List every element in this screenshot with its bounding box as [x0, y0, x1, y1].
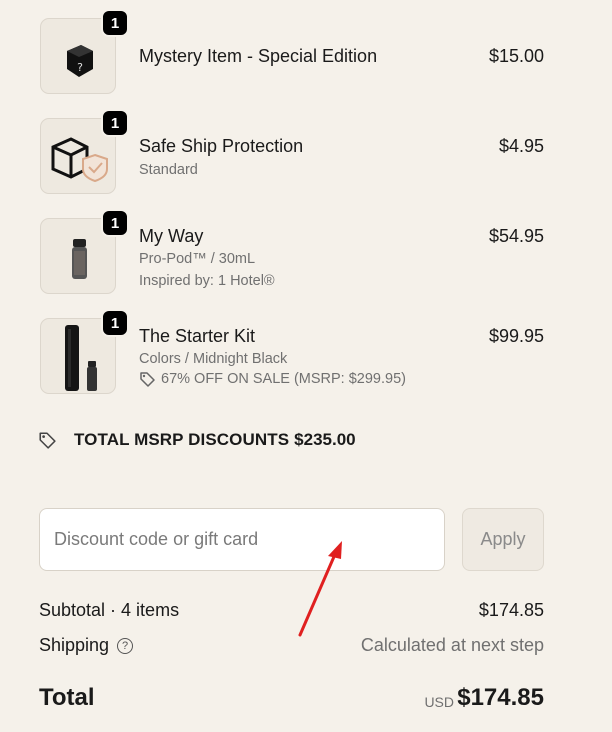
line-item: 1 Safe Ship Protection Standard $4.95	[40, 109, 544, 196]
line-item: ? 1 Mystery Item - Special Edition $15.0…	[40, 9, 544, 96]
item-name: Safe Ship Protection	[139, 136, 304, 156]
total-label: Total	[39, 684, 95, 711]
apply-button[interactable]: Apply	[462, 508, 544, 571]
quantity-badge: 1	[101, 9, 129, 37]
svg-text:?: ?	[77, 61, 83, 74]
tag-icon	[39, 432, 56, 449]
msrp-label: TOTAL MSRP DISCOUNTS	[74, 430, 290, 449]
shipping-label: Shipping	[39, 635, 110, 655]
item-price: $99.95	[488, 326, 544, 346]
subtotal-label: Subtotal · 4 items	[39, 600, 180, 620]
msrp-discounts: TOTAL MSRP DISCOUNTS $235.00	[38, 430, 356, 450]
total-value: $174.85	[457, 684, 544, 711]
shipping-row: Shipping? Calculated at next step	[39, 635, 544, 656]
item-sale: 67% OFF ON SALE (MSRP: $299.95)	[139, 371, 406, 387]
item-name: My Way	[139, 226, 204, 246]
item-variant: Standard	[139, 162, 198, 178]
item-name: Mystery Item - Special Edition	[139, 46, 378, 66]
item-price: $15.00	[488, 46, 544, 66]
item-price: $4.95	[498, 136, 544, 156]
item-variant: Colors / Midnight Black	[139, 351, 288, 367]
item-inspired: Inspired by: 1 Hotel®	[139, 273, 275, 289]
item-price: $54.95	[488, 226, 544, 246]
sale-text: 67% OFF ON SALE (MSRP: $299.95)	[161, 371, 406, 387]
discount-code-input[interactable]	[39, 508, 445, 571]
quantity-badge: 1	[101, 309, 129, 337]
quantity-badge: 1	[101, 209, 129, 237]
shipping-value: Calculated at next step	[360, 635, 544, 655]
total-row: Total USD $174.85	[39, 682, 544, 718]
line-item: 1 The Starter Kit Colors / Midnight Blac…	[40, 309, 544, 396]
item-name: The Starter Kit	[139, 326, 256, 346]
quantity-badge: 1	[101, 109, 129, 137]
item-variant: Pro-Pod™ / 30mL	[139, 251, 256, 267]
help-icon[interactable]: ?	[117, 638, 134, 654]
subtotal-row: Subtotal · 4 items $174.85	[39, 600, 544, 621]
total-currency: USD	[424, 694, 454, 710]
line-item: 1 My Way Pro-Pod™ / 30mL Inspired by: 1 …	[40, 209, 544, 296]
tag-icon	[140, 372, 155, 387]
msrp-amount: $235.00	[294, 430, 356, 449]
subtotal-value: $174.85	[478, 600, 544, 620]
